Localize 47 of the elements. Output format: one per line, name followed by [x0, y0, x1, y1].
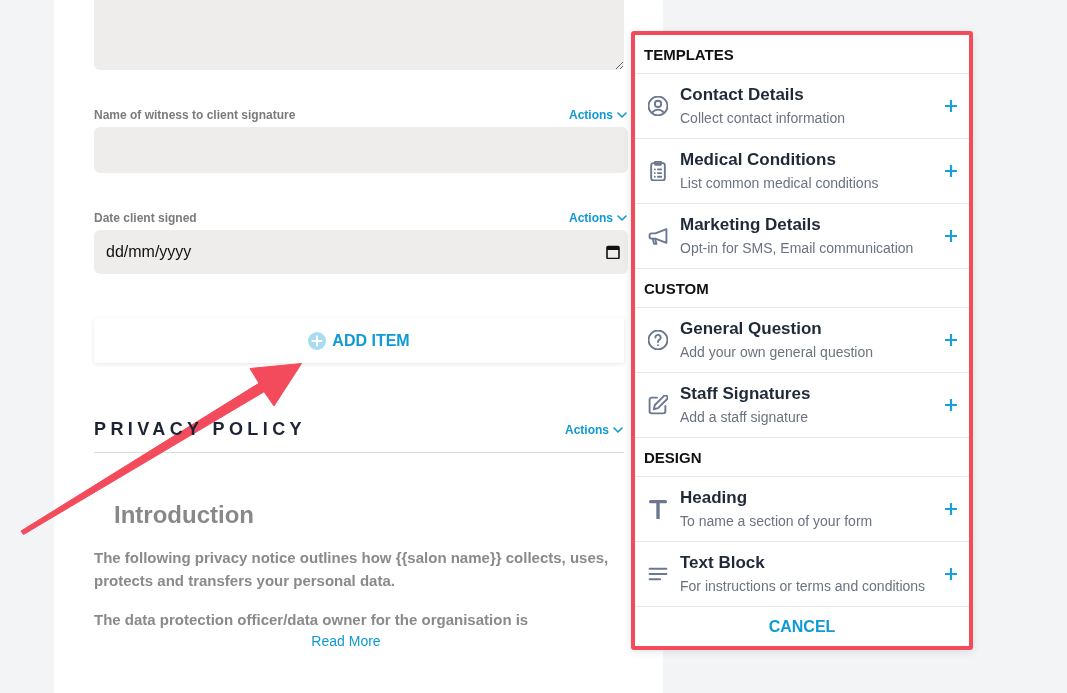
text-field[interactable] — [94, 127, 628, 173]
menu-section-header: TEMPLATES — [635, 35, 969, 74]
item-title: Contact Details — [680, 85, 804, 105]
item-description: Collect contact information — [680, 109, 845, 127]
megaphone-icon — [648, 226, 668, 246]
date-field[interactable]: dd/mm/yyyy — [94, 230, 628, 274]
chevron-down-icon — [617, 112, 627, 118]
plus-icon — [945, 334, 957, 346]
read-more-link[interactable]: Read More — [311, 633, 381, 649]
menu-section-header: DESIGN — [635, 438, 969, 477]
item-description: To name a section of your form — [680, 512, 873, 530]
cancel-button[interactable]: CANCEL — [635, 607, 969, 646]
add-item-button[interactable]: ADD ITEM — [94, 318, 624, 363]
item-title: Medical Conditions — [680, 150, 836, 170]
field-label: Name of witness to client signature — [94, 108, 296, 122]
pencil-square-icon — [648, 395, 668, 415]
item-description: Add a staff signature — [680, 408, 809, 426]
chevron-down-icon — [613, 426, 623, 433]
item-title: General Question — [680, 319, 822, 339]
item-description: List common medical conditions — [680, 174, 879, 192]
calendar-icon — [606, 245, 620, 259]
actions-dropdown[interactable]: Actions — [569, 108, 628, 122]
letter-t-icon — [648, 499, 668, 519]
item-title: Text Block — [680, 553, 765, 573]
item-title: Marketing Details — [680, 215, 821, 235]
item-description: For instructions or terms and conditions — [680, 577, 926, 595]
actions-dropdown[interactable]: Actions — [565, 422, 624, 437]
plus-icon — [945, 503, 957, 515]
paragraph: The data protection officer/data owner for the organisation is — [94, 610, 530, 630]
menu-section-header: CUSTOM — [635, 269, 969, 308]
item-title: Staff Signatures — [680, 384, 811, 404]
plus-icon — [945, 230, 957, 242]
item-title: Heading — [680, 488, 748, 508]
plus-icon — [945, 568, 957, 580]
item-description: Opt-in for SMS, Email communication — [680, 239, 914, 257]
actions-dropdown[interactable]: Actions — [569, 211, 628, 225]
paragraph: The following privacy notice outlines how {{salon name}} collects, uses, protects and transfers your personal data. — [94, 548, 610, 591]
plus-icon — [945, 399, 957, 411]
chevron-down-icon — [617, 215, 627, 221]
plus-icon — [945, 100, 957, 112]
section-heading: Introduction — [114, 500, 254, 530]
field-label: Date client signed — [94, 211, 197, 225]
item-description: Add your own general question — [680, 343, 874, 361]
clipboard-list-icon — [648, 161, 668, 181]
textarea-field[interactable] — [94, 0, 624, 70]
plus-circle-icon — [308, 331, 327, 350]
plus-icon — [945, 165, 957, 177]
